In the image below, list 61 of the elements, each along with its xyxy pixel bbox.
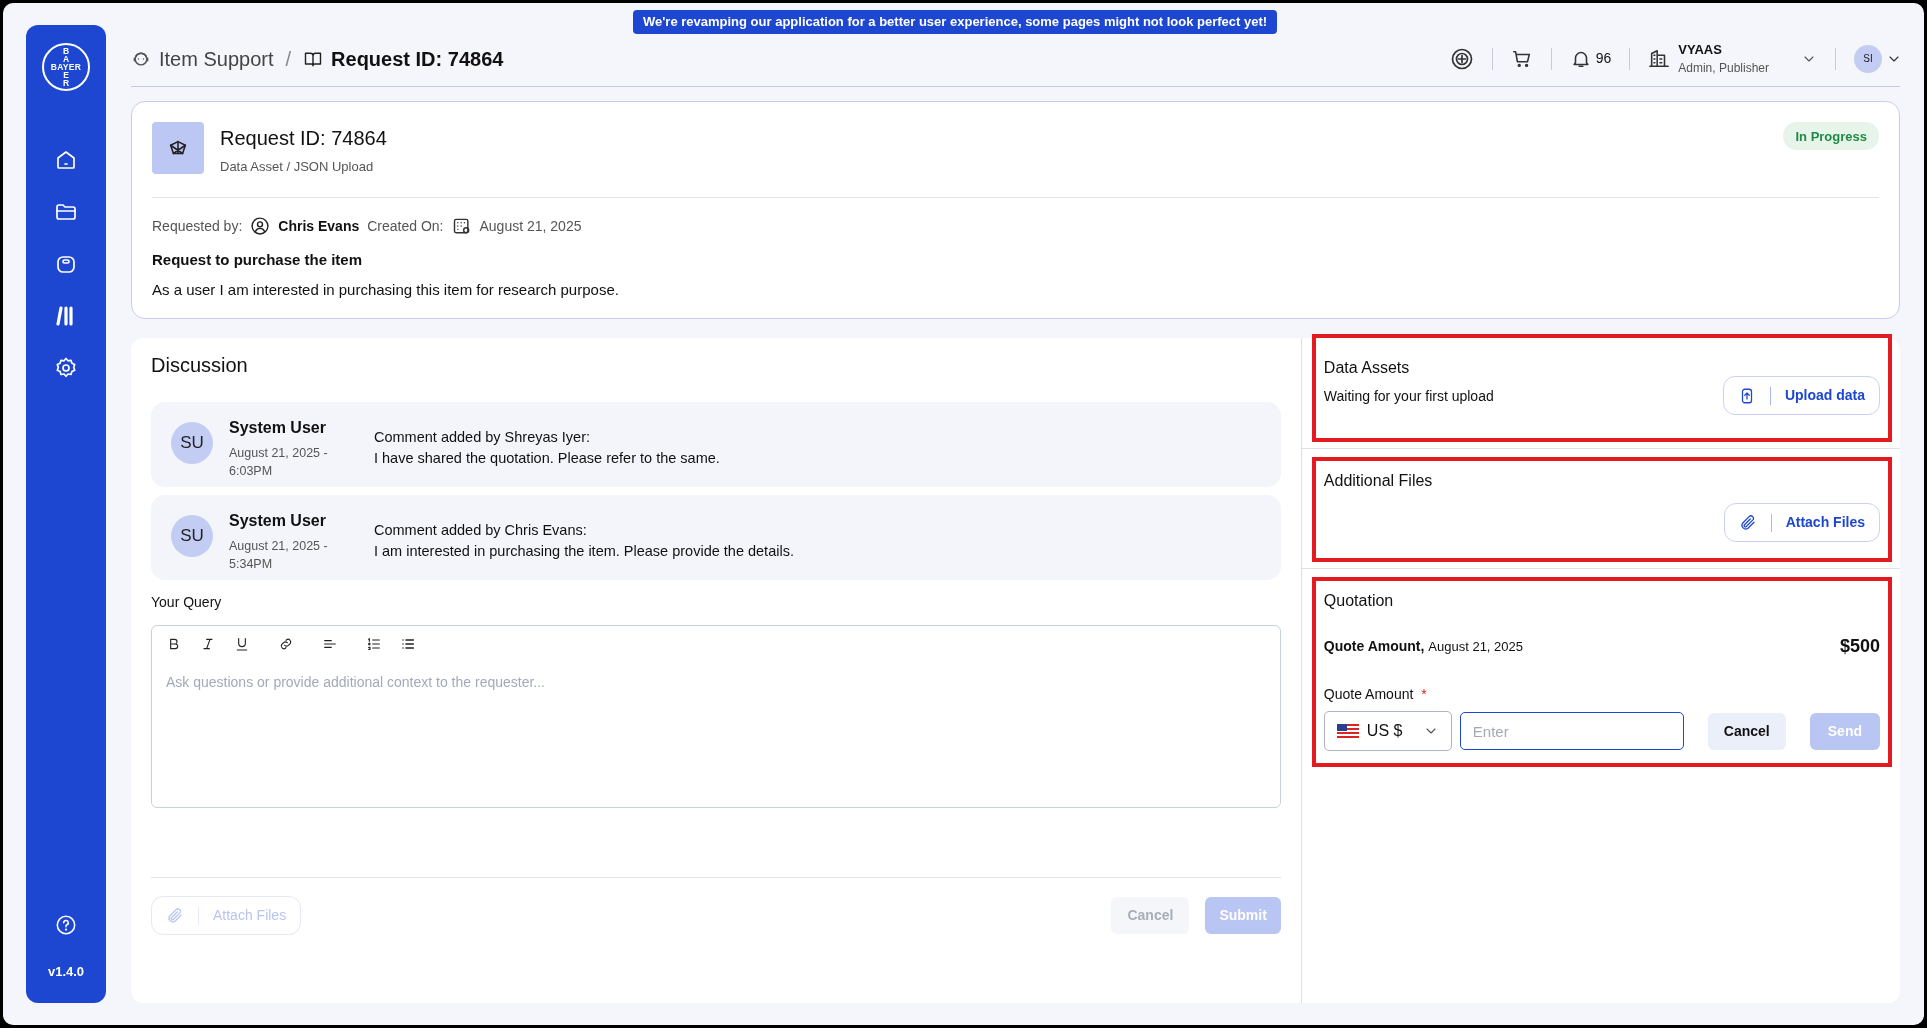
user-avatar: SU (171, 515, 213, 557)
home-icon[interactable] (54, 148, 78, 172)
user-name: VYAAS (1678, 40, 1723, 59)
comment-text: I have shared the quotation. Please refer to the same. (374, 449, 720, 468)
section-title: Data Assets (1323, 358, 1411, 378)
comment-date: August 21, 2025 - 6:03PM (229, 445, 329, 481)
section-title: Quotation (1323, 591, 1395, 611)
breadcrumb-link[interactable]: Item Support (159, 43, 274, 74)
logo-text: BA (61, 46, 71, 63)
breadcrumb-link[interactable]: Request ID: 74864 (331, 43, 504, 74)
upload-status-text: Waiting for your first upload (1323, 387, 1494, 406)
created-date: August 21, 2025 (479, 216, 582, 236)
numbered-list-icon[interactable] (366, 636, 382, 652)
created-on-label: Created On: (367, 216, 444, 236)
request-title: Request ID: 74864 (220, 126, 387, 151)
us-flag-icon (1336, 724, 1359, 738)
quote-amount-label: Quote Amount, August 21, 2025 (1323, 637, 1523, 656)
required-mark: * (1421, 685, 1427, 704)
text-editor[interactable]: Ask questions or provide additional context to the requester... (151, 625, 1281, 808)
quote-amount-value: $500 (1839, 635, 1880, 658)
discussion-title: Discussion (151, 353, 249, 378)
logo-text: ER (61, 71, 71, 88)
logo-text: BAYER (50, 62, 82, 72)
quote-amount-field[interactable]: Enter (1459, 712, 1684, 750)
cancel-button[interactable]: Cancel (1707, 712, 1786, 750)
settings-icon[interactable] (54, 356, 78, 380)
italic-icon[interactable] (200, 636, 216, 652)
version-label: v1.4.0 (47, 962, 85, 981)
upload-data-button[interactable]: Upload data (1722, 376, 1880, 415)
notice-banner: We're revamping our application for a better user experience, some pages might not look perfect yet! (633, 10, 1278, 34)
requester-name: Chris Evans (278, 216, 360, 236)
paperclip-icon (1738, 513, 1757, 532)
comment-heading: Comment added by Chris Evans: (374, 521, 588, 540)
request-heading: Request to purchase the item (152, 249, 364, 270)
paperclip-icon (166, 906, 184, 925)
calendar-icon (451, 216, 472, 236)
comment-heading: Comment added by Shreyas Iyer: (374, 428, 591, 447)
attach-files-button[interactable]: Attach Files (1723, 503, 1880, 542)
underline-icon[interactable] (234, 636, 250, 652)
user-avatar[interactable]: SI (1854, 44, 1882, 73)
comment-author: System User (229, 511, 327, 531)
status-badge: In Progress (1783, 122, 1879, 150)
request-description: As a user I am interested in purchasing this item for research purpose. (152, 280, 620, 300)
requested-by-label: Requested by: (152, 216, 243, 236)
bullet-list-icon[interactable] (400, 636, 416, 652)
user-avatar: SU (171, 422, 213, 464)
request-type: Data Asset / JSON Upload (220, 158, 375, 176)
comment-author: System User (229, 418, 327, 438)
section-title: Additional Files (1323, 471, 1434, 491)
user-roles: Admin, Publisher (1678, 60, 1769, 78)
currency-select[interactable]: US $ (1323, 711, 1452, 751)
field-label: Quote Amount (1323, 685, 1414, 704)
comment-text: I am interested in purchasing the item. Please provide the details. (374, 542, 794, 561)
query-label: Your Query (151, 593, 223, 612)
user-icon (250, 216, 271, 236)
notification-count: 96 (1595, 49, 1612, 68)
comment-date: August 21, 2025 - 5:34PM (229, 538, 329, 574)
breadcrumb-separator: / (285, 46, 292, 72)
building-icon (1648, 47, 1671, 70)
link-icon[interactable] (278, 636, 294, 652)
help-icon[interactable] (55, 913, 77, 936)
